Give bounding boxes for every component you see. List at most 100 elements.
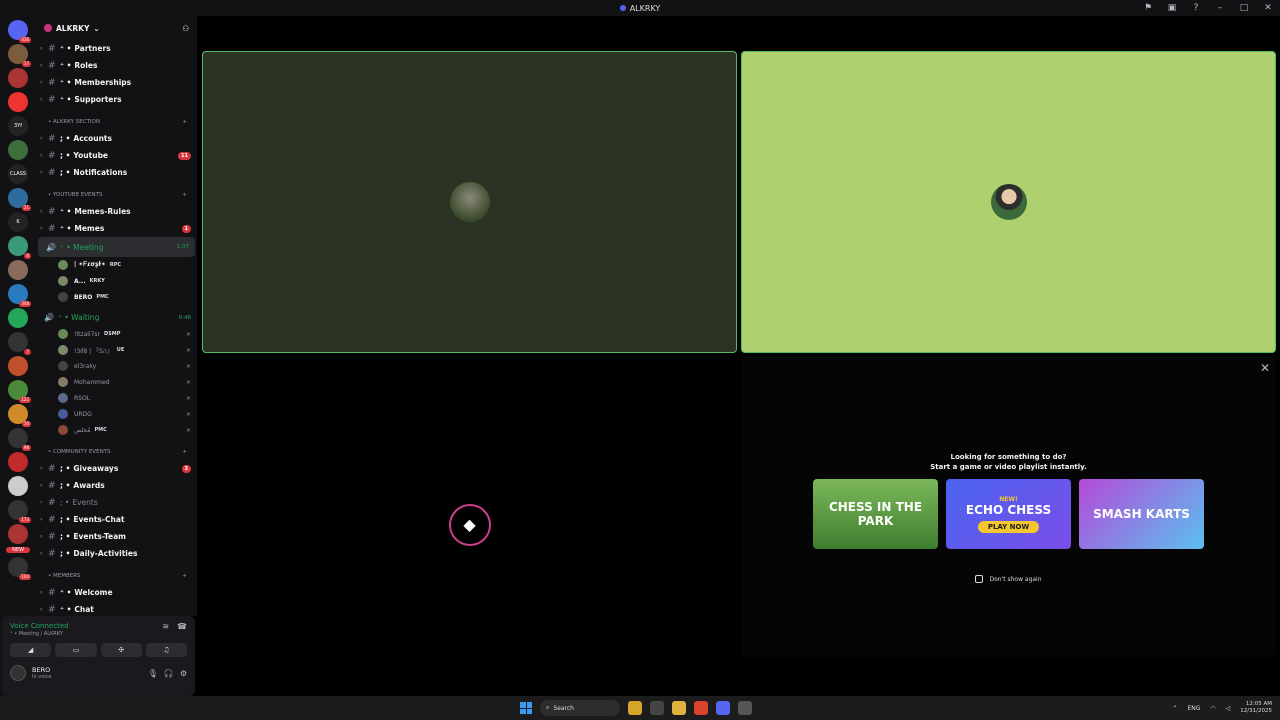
server-icon[interactable] xyxy=(8,476,28,496)
text-channel-chat[interactable]: › # ⁺ • Chat xyxy=(36,601,197,616)
voice-user[interactable]: !3ძ8 | 『Sה』 UE ✕ xyxy=(36,342,197,358)
text-channel-youtube[interactable]: › # ; • Youtube 11 xyxy=(36,147,197,164)
server-icon[interactable]: 104 xyxy=(8,557,31,580)
text-channel-awards[interactable]: › # ; • Awards xyxy=(36,477,197,494)
server-icon[interactable]: 7 xyxy=(8,332,31,355)
server-icon[interactable]: 436 xyxy=(8,20,31,43)
text-channel-memberships[interactable]: › # ⁺ • Memberships xyxy=(36,74,197,91)
server-icon[interactable] xyxy=(8,260,28,280)
screen-share-button[interactable]: ▭ xyxy=(55,643,97,657)
server-icon[interactable] xyxy=(8,68,28,88)
text-channel-events-team[interactable]: › # ; • Events-Team xyxy=(36,528,197,545)
text-channel-daily-activities[interactable]: › # ; • Daily-Activities xyxy=(36,545,197,562)
server-icon[interactable] xyxy=(8,452,28,472)
voice-user[interactable]: BERO PMC xyxy=(36,289,197,305)
windows-start-icon[interactable] xyxy=(520,702,532,714)
language-indicator[interactable]: ENG xyxy=(1187,705,1200,712)
voice-connected-label[interactable]: Voice Connected xyxy=(10,622,69,630)
voice-user[interactable]: | ✶ᖴɾσʂƚ✶ RPC xyxy=(36,257,197,273)
server-icon[interactable] xyxy=(8,356,28,376)
server-icon[interactable] xyxy=(8,308,28,328)
video-tile[interactable] xyxy=(202,51,737,353)
server-icon[interactable]: 98 xyxy=(8,428,31,451)
text-channel-memes-rules[interactable]: › # ⁺ • Memes-Rules xyxy=(36,203,197,220)
voice-user[interactable]: URDG ✕ xyxy=(36,406,197,422)
server-icon[interactable]: 17 xyxy=(8,44,31,67)
voice-user[interactable]: A... KRKY xyxy=(36,273,197,289)
server-icon[interactable]: 21 xyxy=(8,188,31,211)
server-icon[interactable]: 173 xyxy=(8,500,31,523)
text-channel-events-chat[interactable]: › # ; • Events-Chat xyxy=(36,511,197,528)
soundboard-button[interactable]: ♫ xyxy=(145,643,187,657)
brave-browser-icon[interactable] xyxy=(694,701,708,715)
discord-app-icon[interactable] xyxy=(716,701,730,715)
clock[interactable]: 12:05 AM 12/31/2025 xyxy=(1240,701,1272,715)
server-icon[interactable] xyxy=(8,524,28,544)
voice-user[interactable]: el3raky ✕ xyxy=(36,358,197,374)
add-channel-icon[interactable]: + xyxy=(182,573,187,579)
text-channel-welcome[interactable]: › # ⁺ • Welcome xyxy=(36,584,197,601)
inbox-icon[interactable]: ▣ xyxy=(1166,3,1178,13)
voice-user[interactable]: RSOL ✕ xyxy=(36,390,197,406)
add-channel-icon[interactable]: + xyxy=(182,192,187,198)
server-icon[interactable]: 10 xyxy=(8,404,31,427)
guild-header[interactable]: ALKRKY ⌄ ⚇ xyxy=(36,16,197,40)
category-community[interactable]: • COMMUNITY EVENTS + xyxy=(36,443,197,460)
maximize-button[interactable]: □ xyxy=(1238,3,1250,13)
activity-card-chess-in-the-park[interactable]: CHESS IN THE PARK xyxy=(813,479,938,549)
app-icon[interactable] xyxy=(738,701,752,715)
file-explorer-icon[interactable] xyxy=(672,701,686,715)
voice-channel-meeting[interactable]: 🔊 ⁺ • Meeting 1:07 xyxy=(38,237,195,257)
text-channel-partners[interactable]: › # ⁺ • Partners xyxy=(36,40,197,57)
activity-card-smash-karts[interactable]: SMASH KARTS xyxy=(1079,479,1204,549)
server-icon[interactable]: 348 xyxy=(8,284,31,307)
widgets-icon[interactable] xyxy=(628,701,642,715)
activity-card-echo-chess[interactable]: NEW! ECHO CHESS PLAY NOW xyxy=(946,479,1071,549)
play-now-button[interactable]: PLAY NOW xyxy=(977,520,1040,533)
close-button[interactable]: ✕ xyxy=(1262,3,1274,13)
voice-location[interactable]: ⁺ • Meeting / ALKRKY xyxy=(10,631,69,637)
pin-icon[interactable]: ⚑ xyxy=(1142,3,1154,13)
disconnect-icon[interactable]: ☎ xyxy=(177,622,187,631)
server-icon[interactable]: CLASS xyxy=(8,164,28,184)
help-icon[interactable]: ? xyxy=(1190,3,1202,13)
chevron-up-icon[interactable]: ⌃ xyxy=(1172,705,1177,712)
text-channel-roles[interactable]: › # ⁺ • Roles xyxy=(36,57,197,74)
volume-icon[interactable]: ◁ xyxy=(1226,705,1231,712)
server-icon[interactable]: 3Yf xyxy=(8,116,28,136)
text-channel-events[interactable]: › # ; • Events xyxy=(36,494,197,511)
activities-button[interactable]: ✣ xyxy=(100,643,142,657)
server-icon[interactable] xyxy=(8,92,28,112)
add-channel-icon[interactable]: + xyxy=(182,449,187,455)
text-channel-giveaways[interactable]: › # ; • Giveaways 3 xyxy=(36,460,197,477)
dont-show-again[interactable]: Don't show again xyxy=(741,575,1276,583)
avatar[interactable] xyxy=(10,665,26,681)
video-tile[interactable]: ◆ xyxy=(202,357,737,692)
voice-user[interactable]: Mohammed ✕ xyxy=(36,374,197,390)
wifi-icon[interactable]: ◠ xyxy=(1210,705,1215,712)
server-icon[interactable]: 122 xyxy=(8,380,31,403)
voice-user[interactable]: مُخلص PMC ✕ xyxy=(36,422,197,438)
server-icon[interactable] xyxy=(8,140,28,160)
category-alkrky[interactable]: • ALKRKY SECTION + xyxy=(36,113,197,130)
close-icon[interactable]: ✕ xyxy=(1260,361,1270,375)
server-icon[interactable]: 6 xyxy=(8,236,31,259)
text-channel-accounts[interactable]: › # ; • Accounts xyxy=(36,130,197,147)
task-view-icon[interactable] xyxy=(650,701,664,715)
camera-button[interactable]: ◢ xyxy=(10,643,52,657)
text-channel-supporters[interactable]: › # ⁺ • Supporters xyxy=(36,91,197,108)
settings-gear-icon[interactable]: ⚙ xyxy=(180,669,187,678)
taskbar-search[interactable]: ⌕ Search xyxy=(540,700,620,716)
noise-suppression-icon[interactable]: ≋ xyxy=(162,622,169,631)
add-channel-icon[interactable]: + xyxy=(182,119,187,125)
headphones-icon[interactable]: 🎧 xyxy=(164,669,174,678)
server-icon[interactable]: K xyxy=(8,212,28,232)
microphone-icon[interactable]: 🎙 xyxy=(148,669,158,678)
invite-icon[interactable]: ⚇ xyxy=(182,24,189,33)
minimize-button[interactable]: – xyxy=(1214,3,1226,13)
category-members[interactable]: • MEMBERS + xyxy=(36,567,197,584)
text-channel-notifications[interactable]: › # ; • Notifications xyxy=(36,164,197,181)
voice-user[interactable]: !ltzali7sr DSMP ✕ xyxy=(36,326,197,342)
text-channel-memes[interactable]: › # ⁺ • Memes 1 xyxy=(36,220,197,237)
video-tile[interactable] xyxy=(741,51,1276,353)
